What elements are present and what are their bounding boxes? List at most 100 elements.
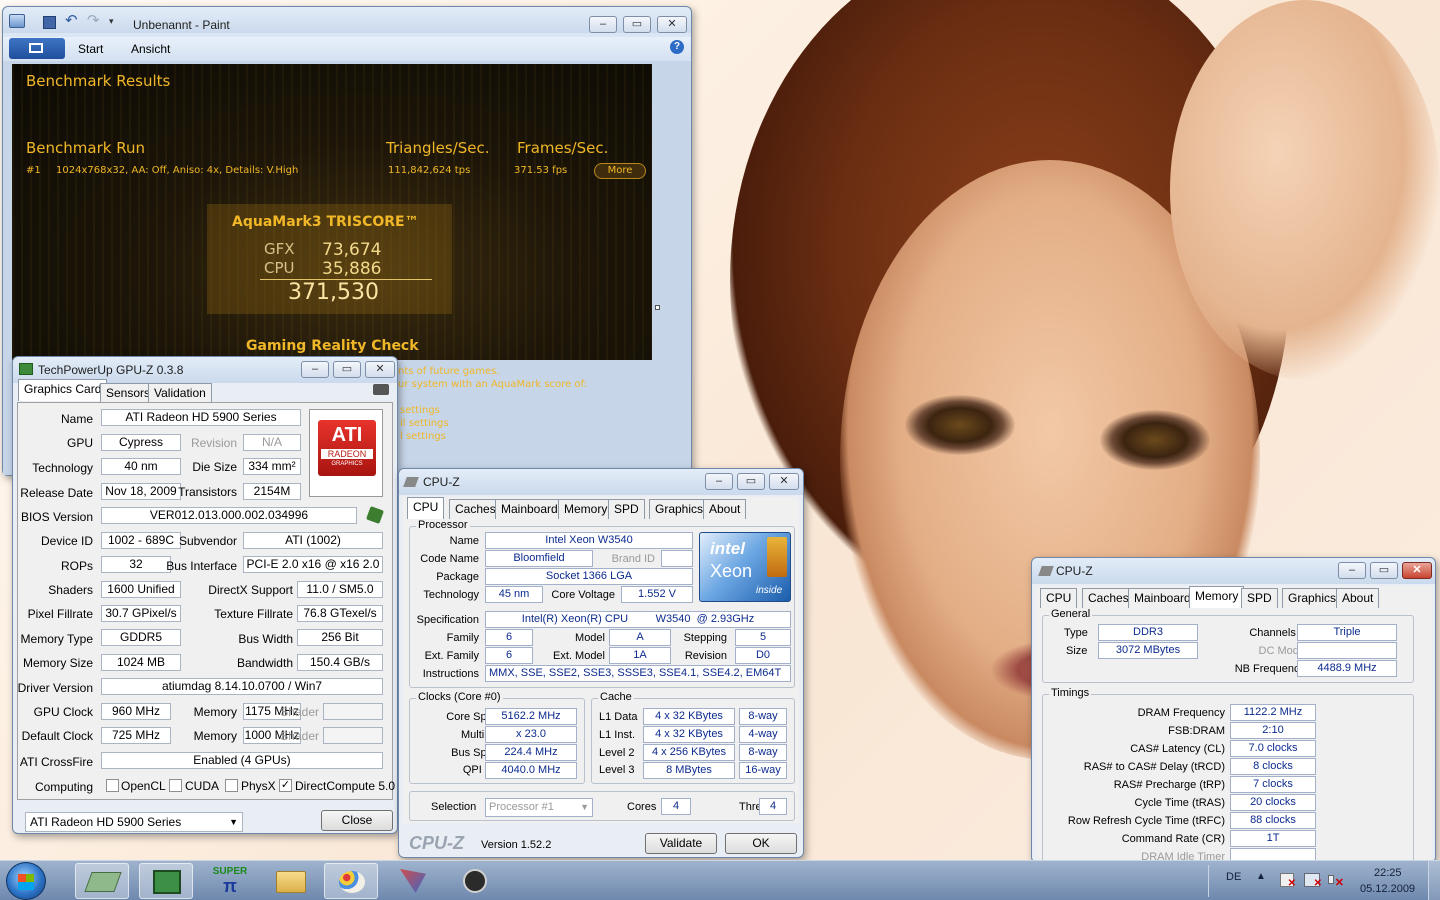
cpuz2-close-button[interactable]: ✕ [1402,562,1432,579]
physx-checkbox[interactable] [225,779,238,792]
tab-graphics-card[interactable]: Graphics Card [18,379,108,401]
minimize-button[interactable]: – [589,16,617,33]
timing-label: Cycle Time (tRAS) [1134,797,1225,809]
help-icon[interactable]: ? [670,40,684,54]
ati-logo-text: ATI [331,424,363,446]
action-center-icon[interactable]: ✕ [1280,873,1296,889]
camera-icon[interactable] [373,384,389,395]
selection-label: Selection [431,801,477,813]
directcompute-checkbox[interactable]: ✓ [279,779,292,792]
clk-value-core-speed: 5162.2 MHz [485,708,577,725]
tab-about[interactable]: About [703,499,747,519]
mem-label-type: Type [1064,627,1088,639]
tab2-spd[interactable]: SPD [1241,588,1278,608]
tab2-cpu[interactable]: CPU [1040,588,1078,608]
aq-total-score: 371,530 [288,280,379,305]
clock-date[interactable]: 05.12.2009 [1360,883,1415,895]
save-icon[interactable] [43,16,56,29]
aquamark-image: Benchmark Results Benchmark Run Triangle… [12,64,652,360]
processor-select-dropdown[interactable]: Processor #1 ▼ [485,798,593,817]
label-directx: DirectX Support [208,583,293,597]
cpu-label-model: Model [575,632,605,644]
taskbar-superpi-app[interactable]: SUPER π [203,863,257,899]
language-indicator[interactable]: DE [1226,871,1241,883]
tab-start[interactable]: Start [78,42,103,56]
gpuz-close-btn[interactable]: Close [321,810,393,831]
taskbar-cpuz-app[interactable] [386,863,440,899]
cpuz-minimize-button[interactable]: – [705,473,733,490]
tab2-mainboard[interactable]: Mainboard [1128,588,1197,608]
timing-value: 2:10 [1230,722,1316,739]
processor-group-title: Processor [416,519,470,531]
undo-icon[interactable]: ↶ [65,11,78,29]
maximize-button[interactable]: ▭ [623,16,651,33]
start-button[interactable] [6,862,46,900]
aq-tps: 111,842,624 tps [388,165,471,176]
tab-cpu[interactable]: CPU [407,497,445,519]
gpuz-maximize-button[interactable]: ▭ [333,361,361,378]
aq-more-button[interactable]: More [594,163,646,179]
taskbar-gpuz-app[interactable] [75,863,129,899]
cpu-label-extmodel: Ext. Model [553,650,605,662]
network-icon[interactable]: ✕ [1304,873,1322,889]
value-subvendor: ATI (1002) [243,532,383,549]
aq-col-fps: Frames/Sec. [517,139,609,157]
tab-memory[interactable]: Memory [558,499,614,519]
tab-ansicht[interactable]: Ansicht [131,42,170,56]
taskbar: SUPER π DE ▲ ✕ ✕ ✕ 22:25 05.12.2009 [0,860,1440,900]
mem-value-nb-frequency: 4488.9 MHz [1297,660,1397,677]
tab-graphics[interactable]: Graphics [649,499,710,519]
aq-line-5: l settings [400,431,446,442]
paint-app-icon[interactable] [9,14,25,28]
tab2-about[interactable]: About [1336,588,1380,608]
value-texture-fillrate: 76.8 GTexel/s [297,605,383,622]
board-taskbar-icon [153,870,181,894]
gpuz-minimize-button[interactable]: – [301,361,329,378]
label-gpu-shader: Shader [280,705,319,719]
cpuz2-minimize-button[interactable]: – [1338,562,1366,579]
cpuz-close-button[interactable]: ✕ [769,473,799,490]
mem-label-nb-frequency: NB Frequency [1234,663,1305,675]
tab-spd[interactable]: SPD [608,499,645,519]
paint-menu-button[interactable] [9,38,65,59]
cache-group-title: Cache [598,691,634,703]
tab2-caches[interactable]: Caches [1082,588,1135,608]
taskbar-aquamark-icon-app[interactable] [448,863,502,899]
tab-caches[interactable]: Caches [449,499,502,519]
tab-validation[interactable]: Validation [148,383,212,403]
quick-access-dropdown-icon[interactable]: ▾ [109,16,114,27]
validate-button[interactable]: Validate [645,833,717,854]
value-bus-width: 256 Bit [297,629,383,646]
tab2-memory[interactable]: Memory [1189,586,1245,608]
gpuz-close-button[interactable]: ✕ [365,361,395,378]
cpu-value-revision: D0 [735,647,791,664]
opencl-label: OpenCL [121,779,166,793]
gpu-select-dropdown[interactable]: ATI Radeon HD 5900 Series ▼ [25,812,243,832]
cpuz2-maximize-button[interactable]: ▭ [1370,562,1398,579]
taskbar-aquamark-app[interactable] [139,863,193,899]
cuda-checkbox[interactable] [169,779,182,792]
close-button[interactable]: ✕ [657,16,687,33]
cpuz-maximize-button[interactable]: ▭ [737,473,765,490]
cpu-value-extmodel: 1A [609,647,671,664]
taskbar-explorer-app[interactable] [264,863,318,899]
tab-mainboard[interactable]: Mainboard [495,499,564,519]
redo-icon[interactable]: ↷ [87,11,100,29]
show-hidden-icons[interactable]: ▲ [1256,871,1266,882]
tab2-graphics[interactable]: Graphics [1282,588,1343,608]
opencl-checkbox[interactable] [106,779,119,792]
aq-run-num: #1 [26,165,41,176]
timing-value: 88 clocks [1230,812,1316,829]
clock-time[interactable]: 22:25 [1374,867,1402,879]
taskbar-paint-app[interactable] [324,863,378,899]
paint-titlebar[interactable] [3,7,691,33]
cpuz-taskbar-icon [400,869,426,893]
value-name: ATI Radeon HD 5900 Series [101,409,301,426]
volume-muted-icon[interactable]: ✕ [1328,873,1344,889]
ok-button[interactable]: OK [725,833,797,854]
graphics-logo-text: GRAPHICS [331,461,363,467]
cpu-label-spec: Specification [416,614,479,626]
canvas-resize-handle[interactable] [655,305,660,310]
cpuz-title: CPU-Z [423,475,460,489]
show-desktop-button[interactable] [1428,861,1440,900]
